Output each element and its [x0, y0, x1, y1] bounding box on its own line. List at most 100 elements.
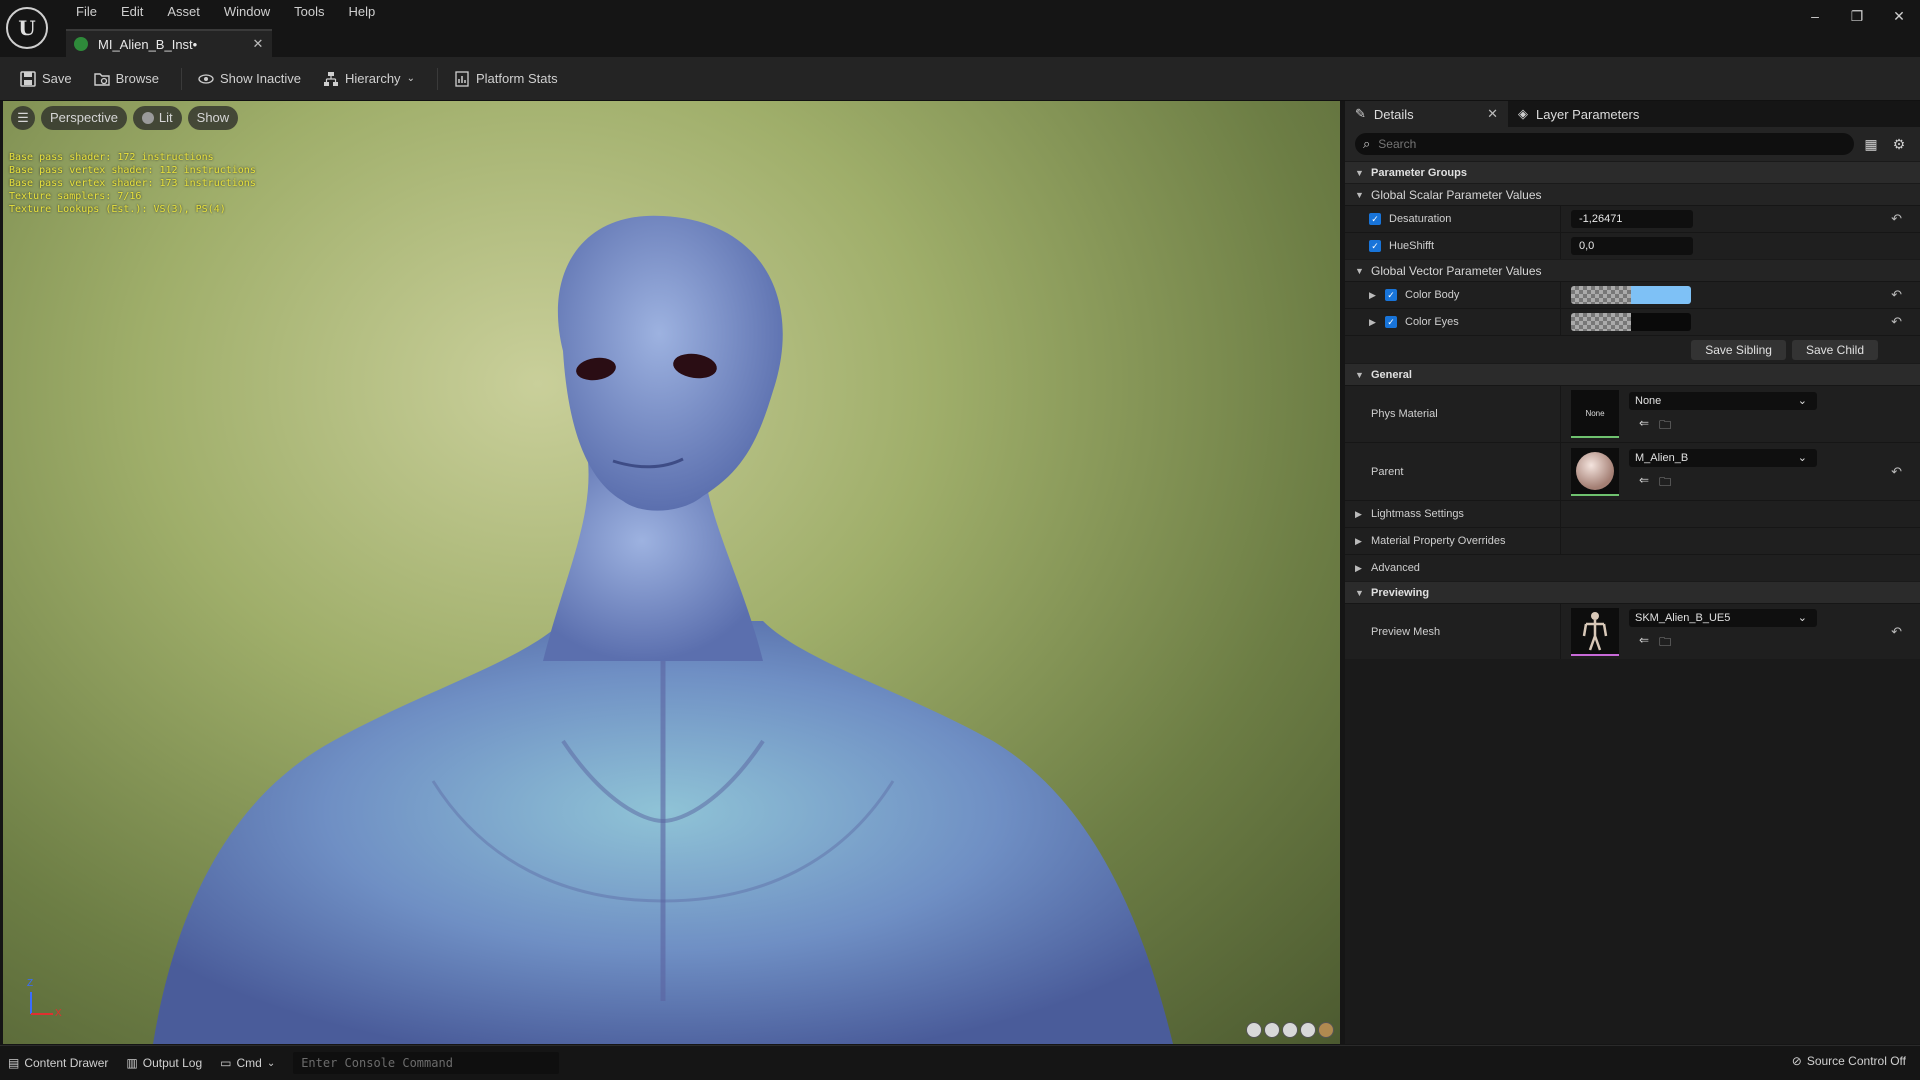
document-tab[interactable]: MI_Alien_B_Inst• ✕ — [66, 29, 272, 57]
lit-button[interactable]: Lit — [132, 106, 182, 130]
restore-button[interactable]: ❐ — [1836, 0, 1878, 32]
show-button[interactable]: Show — [187, 106, 239, 130]
reset-to-default-icon[interactable]: ↶ — [1891, 624, 1902, 640]
platform-stats-label: Platform Stats — [475, 71, 558, 86]
save-sibling-button[interactable]: Save Sibling — [1691, 339, 1786, 360]
alien-preview-render — [153, 215, 1173, 1044]
browse-asset-icon[interactable]: 🗀 — [1659, 416, 1671, 437]
plane-preview-icon[interactable] — [1282, 1022, 1298, 1038]
preview-mesh-thumbnail[interactable] — [1571, 607, 1619, 656]
show-inactive-button[interactable]: Show Inactive — [190, 64, 309, 94]
reset-to-default-icon[interactable]: ↶ — [1891, 464, 1902, 480]
lit-icon — [141, 112, 154, 124]
phys-material-thumb-text: None — [1585, 408, 1605, 418]
console-input[interactable]: Enter Console Command — [293, 1052, 560, 1074]
tab-details[interactable]: ✎ Details ✕ — [1345, 101, 1508, 127]
mesh-preview-icon[interactable] — [1318, 1022, 1334, 1038]
search-input[interactable] — [1378, 137, 1854, 151]
global-scalar-header[interactable]: ▼ Global Scalar Parameter Values — [1345, 183, 1920, 205]
cube-preview-icon[interactable] — [1300, 1022, 1316, 1038]
alpha-checker — [1571, 313, 1631, 331]
perspective-button[interactable]: Perspective — [41, 106, 127, 130]
sphere-preview-icon[interactable] — [1264, 1022, 1280, 1038]
menu-window[interactable]: Window — [212, 3, 282, 21]
color-body-row: ▶ ✓ Color Body ↶ — [1345, 281, 1920, 308]
phys-material-value-cell: None None ⌄ ⇐ 🗀 — [1561, 386, 1920, 442]
viewport-menu-button[interactable]: ☰ — [11, 106, 35, 130]
tab-layer-parameters[interactable]: ◈ Layer Parameters — [1508, 101, 1649, 127]
material-preview-viewport[interactable]: ☰ Perspective Lit Show Base pass shader:… — [3, 101, 1340, 1044]
browse-button[interactable]: Browse — [86, 64, 167, 94]
lit-label: Lit — [158, 110, 173, 125]
save-child-button[interactable]: Save Child — [1791, 339, 1878, 360]
material-overrides-row[interactable]: ▶ Material Property Overrides — [1345, 527, 1920, 554]
platform-stats-button[interactable]: Platform Stats — [446, 64, 566, 94]
use-selected-icon[interactable]: ⇐ — [1639, 416, 1649, 437]
save-button[interactable]: Save — [12, 64, 80, 94]
color-body-swatch[interactable] — [1571, 286, 1691, 304]
close-icon[interactable]: ✕ — [1487, 106, 1498, 122]
preview-mesh-dropdown[interactable]: SKM_Alien_B_UE5 ⌄ — [1629, 609, 1817, 627]
reset-to-default-icon[interactable]: ↶ — [1891, 287, 1902, 303]
use-selected-icon[interactable]: ⇐ — [1639, 473, 1649, 494]
previewing-header[interactable]: ▼ Previewing — [1345, 581, 1920, 603]
source-control-button[interactable]: ⊘ Source Control Off — [1792, 1054, 1906, 1068]
stats-icon — [454, 70, 470, 87]
general-header[interactable]: ▼ General — [1345, 363, 1920, 385]
hueshift-name: ✓ HueShifft — [1345, 233, 1561, 259]
expand-triangle-icon[interactable]: ▶ — [1369, 290, 1381, 301]
browse-asset-icon[interactable]: 🗀 — [1659, 633, 1671, 654]
material-overrides-label: Material Property Overrides — [1371, 535, 1506, 547]
cylinder-preview-icon[interactable] — [1246, 1022, 1262, 1038]
preview-mesh-label: Preview Mesh — [1371, 625, 1441, 638]
gear-icon[interactable]: ⚙ — [1888, 136, 1910, 153]
hueshift-checkbox[interactable]: ✓ — [1369, 240, 1381, 252]
cmd-dropdown[interactable]: ▭ Cmd ⌄ — [220, 1056, 275, 1070]
advanced-row[interactable]: ▶ Advanced — [1345, 554, 1920, 581]
parameter-groups-header[interactable]: ▼ Parameter Groups — [1345, 161, 1920, 183]
general-label: General — [1371, 368, 1412, 381]
axis-gizmo: Z X — [23, 978, 63, 1022]
color-eyes-checkbox[interactable]: ✓ — [1385, 316, 1397, 328]
expand-triangle-icon[interactable]: ▶ — [1369, 317, 1381, 328]
desaturation-checkbox[interactable]: ✓ — [1369, 213, 1381, 225]
lightmass-settings-row[interactable]: ▶ Lightmass Settings — [1345, 500, 1920, 527]
color-body-checkbox[interactable]: ✓ — [1385, 289, 1397, 301]
parent-name: Parent — [1345, 443, 1561, 500]
hueshift-value-cell: 0,0 — [1561, 233, 1920, 259]
browse-label: Browse — [115, 71, 159, 86]
parent-thumbnail[interactable] — [1571, 447, 1619, 496]
reset-to-default-icon[interactable]: ↶ — [1891, 314, 1902, 330]
hierarchy-button[interactable]: Hierarchy ⌄ — [315, 64, 423, 94]
browse-asset-icon[interactable]: 🗀 — [1659, 473, 1671, 494]
output-log-button[interactable]: ▥ Output Log — [126, 1056, 202, 1070]
menu-help[interactable]: Help — [336, 3, 387, 21]
close-window-button[interactable]: ✕ — [1878, 0, 1920, 32]
details-search-box[interactable]: ⌕ — [1355, 133, 1854, 155]
close-tab-icon[interactable]: ✕ — [248, 36, 268, 52]
preview-mesh-value: SKM_Alien_B_UE5 — [1635, 612, 1731, 624]
terminal-icon: ▭ — [220, 1056, 232, 1070]
table-view-icon[interactable]: ▦ — [1860, 136, 1882, 153]
menu-file[interactable]: File — [64, 3, 109, 21]
hierarchy-label: Hierarchy — [344, 71, 401, 86]
menu-asset[interactable]: Asset — [155, 3, 212, 21]
parent-dropdown[interactable]: M_Alien_B ⌄ — [1629, 449, 1817, 467]
content-drawer-label: Content Drawer — [24, 1056, 109, 1070]
content-drawer-button[interactable]: ▤ Content Drawer — [8, 1056, 108, 1070]
minimize-button[interactable]: – — [1794, 0, 1836, 32]
global-vector-header[interactable]: ▼ Global Vector Parameter Values — [1345, 259, 1920, 281]
use-selected-icon[interactable]: ⇐ — [1639, 633, 1649, 654]
phys-material-thumbnail[interactable]: None — [1571, 390, 1619, 438]
menu-tools[interactable]: Tools — [282, 3, 336, 21]
desaturation-name: ✓ Desaturation — [1345, 206, 1561, 232]
desaturation-input[interactable]: -1,26471 — [1571, 210, 1693, 228]
advanced-name: ▶ Advanced — [1345, 555, 1561, 581]
menu-edit[interactable]: Edit — [109, 3, 155, 21]
hueshift-input[interactable]: 0,0 — [1571, 237, 1693, 255]
phys-material-dropdown[interactable]: None ⌄ — [1629, 391, 1817, 410]
reset-to-default-icon[interactable]: ↶ — [1891, 211, 1902, 227]
color-eyes-swatch[interactable] — [1571, 313, 1691, 331]
unreal-logo[interactable]: U — [6, 7, 48, 49]
folder-search-icon — [93, 71, 110, 87]
